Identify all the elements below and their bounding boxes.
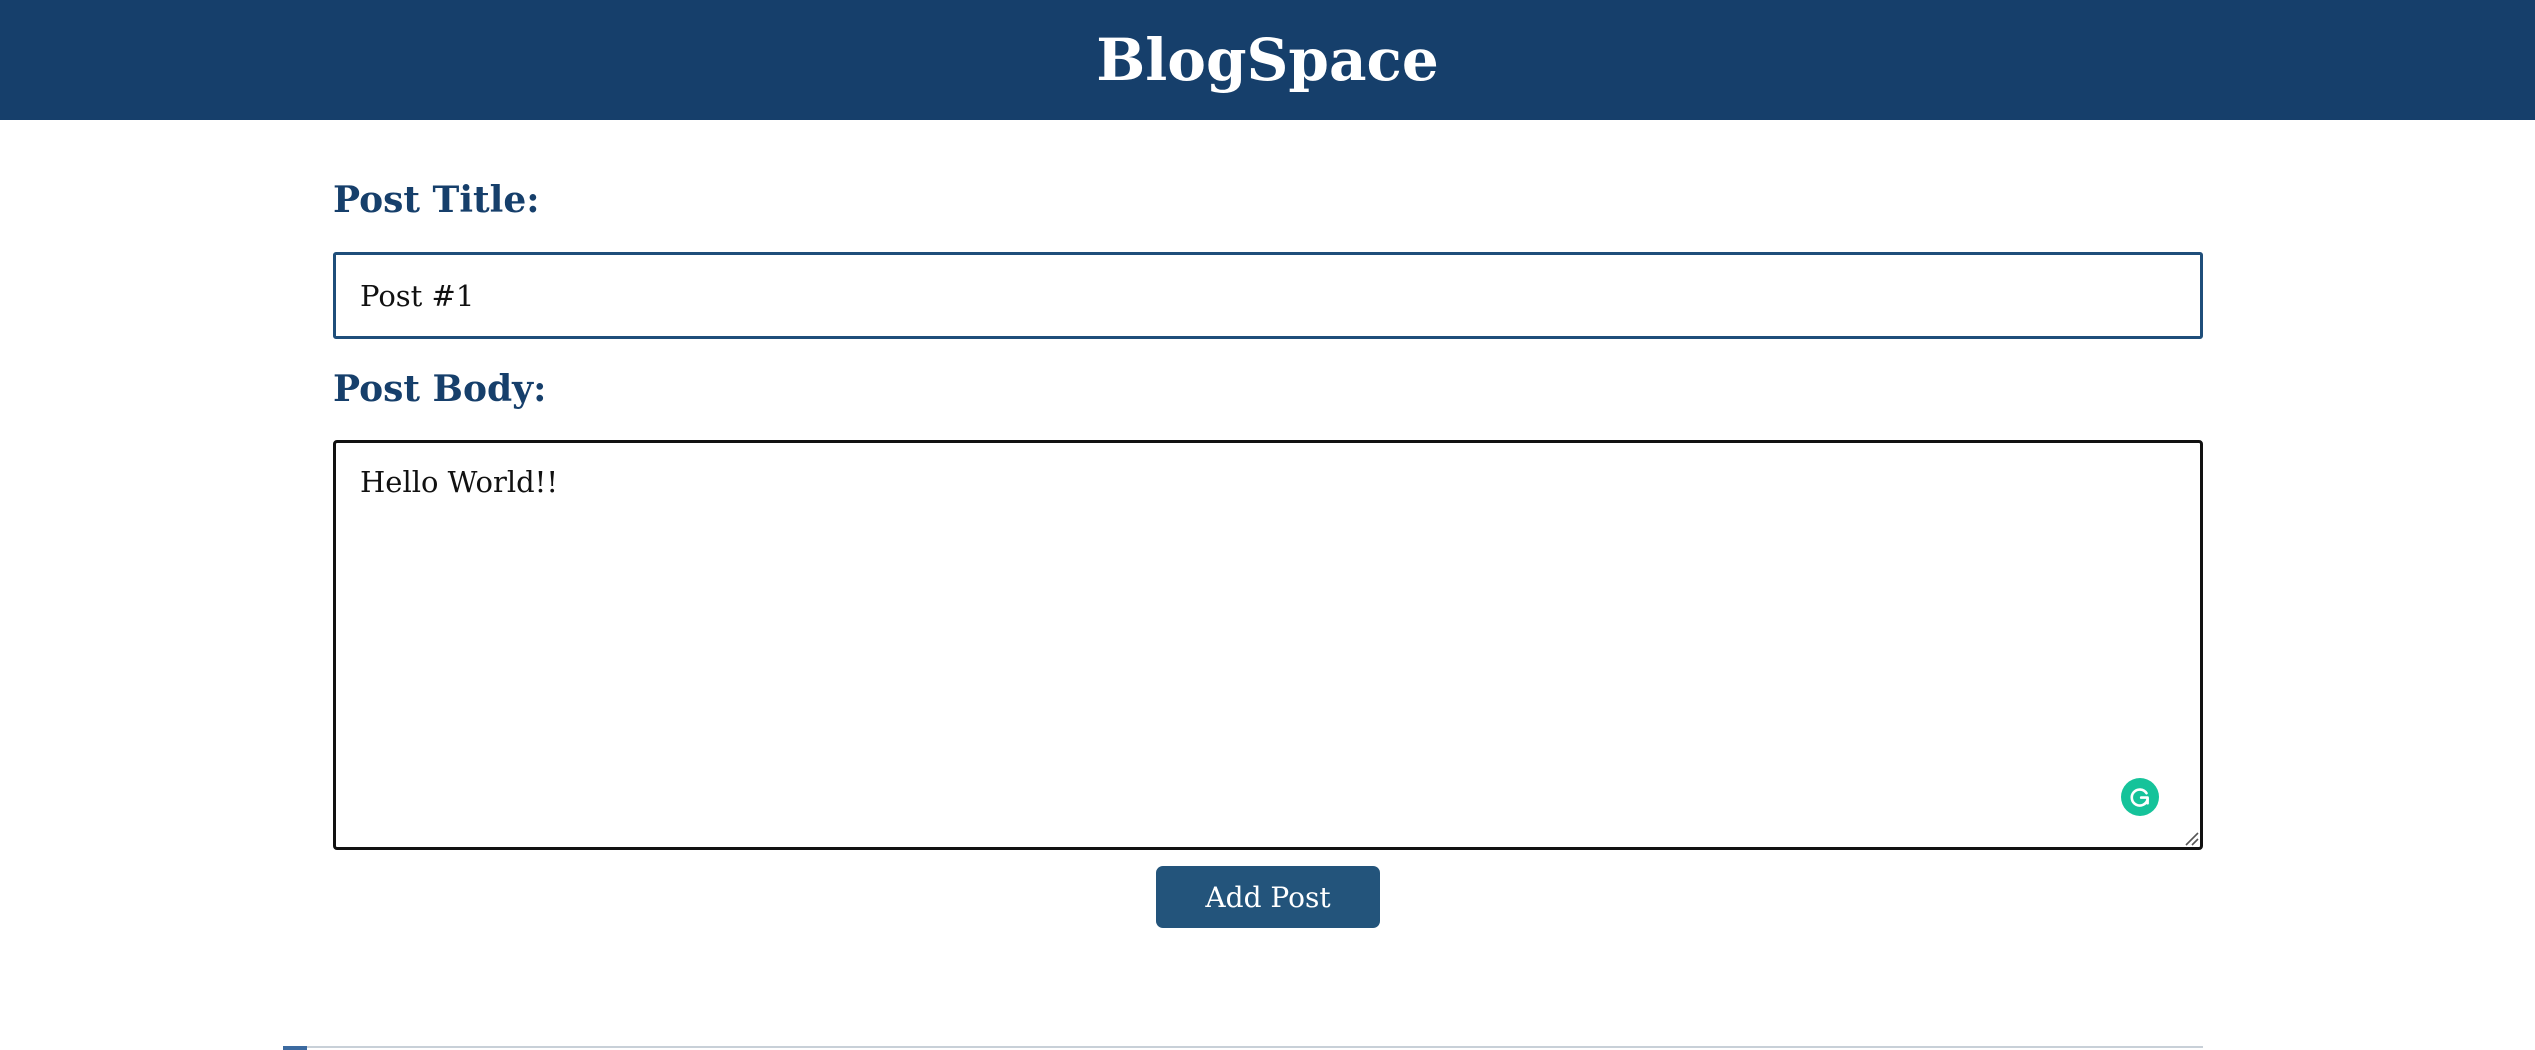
site-header: BlogSpace	[0, 0, 2535, 120]
divider-accent	[283, 1046, 307, 1050]
add-post-button[interactable]: Add Post	[1156, 866, 1380, 928]
section-divider	[283, 1046, 2203, 1048]
grammarly-g-glyph	[2130, 788, 2149, 807]
site-title: BlogSpace	[1096, 26, 1439, 94]
post-body-label: Post Body:	[333, 368, 547, 410]
post-title-label: Post Title:	[333, 179, 540, 221]
post-title-input[interactable]	[333, 252, 2203, 339]
grammarly-icon[interactable]	[2121, 778, 2159, 816]
resize-handle-icon[interactable]	[2183, 830, 2199, 846]
post-body-textarea[interactable]: Hello World!!	[333, 440, 2203, 850]
